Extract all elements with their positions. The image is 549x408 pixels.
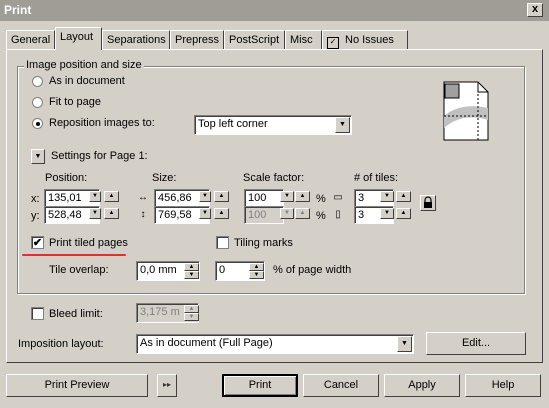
position-x-up[interactable]: ▲ xyxy=(104,191,119,202)
scale-unit: % xyxy=(316,193,326,205)
close-button[interactable]: x xyxy=(527,3,543,17)
scale-y-up: ▲ xyxy=(295,208,310,219)
imposition-layout-value: As in document (Full Page) xyxy=(140,337,273,349)
position-y-label: y: xyxy=(31,210,40,222)
cancel-button[interactable]: Cancel xyxy=(303,374,379,397)
position-header: Position: xyxy=(45,172,88,184)
tile-overlap-label: Tile overlap: xyxy=(49,264,109,276)
tiles-y-down[interactable]: ▼ xyxy=(380,208,394,219)
page-preview-icon xyxy=(442,80,490,145)
size-height-up[interactable]: ▲ xyxy=(214,208,229,219)
settings-for-page-label: Settings for Page 1: xyxy=(51,150,148,162)
bleed-limit-label: Bleed limit: xyxy=(49,308,103,320)
radio-as-in-document-label: As in document xyxy=(49,75,125,87)
help-button[interactable]: Help xyxy=(465,374,541,397)
radio-as-in-document[interactable] xyxy=(32,76,43,87)
size-header: Size: xyxy=(152,172,177,184)
tile-overlap-up[interactable]: ▲ xyxy=(184,263,199,271)
scale-x-down[interactable]: ▼ xyxy=(280,191,294,202)
print-button[interactable]: Print xyxy=(222,374,298,397)
tiles-header: # of tiles: xyxy=(354,172,399,184)
scale-y-input: 100 xyxy=(244,206,284,224)
reposition-dropdown-arrow[interactable]: ▼ xyxy=(335,117,350,133)
imposition-layout-dropdown[interactable]: As in document (Full Page) xyxy=(136,334,414,354)
overlap-width-up[interactable]: ▲ xyxy=(249,263,264,271)
bleed-limit-checkbox[interactable] xyxy=(31,307,44,320)
horizontal-tiles-icon: ▭ xyxy=(333,192,343,203)
tiles-x-up[interactable]: ▲ xyxy=(396,191,411,202)
tab-no-issues-label: No Issues xyxy=(345,34,394,46)
size-height-down[interactable]: ▼ xyxy=(199,208,211,219)
tiles-y-up[interactable]: ▲ xyxy=(396,208,411,219)
tab-no-issues[interactable]: ✓ No Issues xyxy=(322,30,408,49)
edit-button[interactable]: Edit... xyxy=(426,332,526,355)
print-tiled-pages-checkbox[interactable]: ✔ xyxy=(31,236,44,249)
settings-toggle-button[interactable]: ▼ xyxy=(31,149,45,164)
reposition-dropdown-value: Top left corner xyxy=(198,118,268,130)
size-width-up[interactable]: ▲ xyxy=(214,191,229,202)
print-tiled-pages-label: Print tiled pages xyxy=(49,237,128,249)
title-bar xyxy=(0,0,549,21)
scale-x-input[interactable]: 100 xyxy=(244,189,284,207)
position-x-down[interactable]: ▼ xyxy=(89,191,101,202)
apply-button[interactable]: Apply xyxy=(384,374,460,397)
bleed-limit-up: ▲ xyxy=(184,305,199,313)
radio-fit-to-page-label: Fit to page xyxy=(49,96,101,108)
scale-x-up[interactable]: ▲ xyxy=(295,191,310,202)
tab-general[interactable]: General xyxy=(6,30,55,49)
reposition-dropdown[interactable]: Top left corner xyxy=(194,115,352,135)
window-title: Print xyxy=(4,3,32,17)
tab-prepress[interactable]: Prepress xyxy=(170,30,224,49)
print-preview-button[interactable]: Print Preview xyxy=(6,374,148,397)
tab-postscript[interactable]: PostScript xyxy=(224,30,285,49)
radio-reposition[interactable] xyxy=(32,118,43,129)
tile-overlap-down[interactable]: ▼ xyxy=(184,271,199,279)
imposition-layout-label: Imposition layout: xyxy=(18,338,104,350)
bleed-limit-down: ▼ xyxy=(184,313,199,321)
overlap-width-down[interactable]: ▼ xyxy=(249,271,264,279)
tab-layout[interactable]: Layout xyxy=(55,27,102,50)
tab-misc[interactable]: Misc xyxy=(285,30,322,49)
image-position-group-label: Image position and size xyxy=(24,59,144,71)
page-width-label: % of page width xyxy=(273,264,352,276)
position-y-down[interactable]: ▼ xyxy=(89,208,101,219)
position-y-up[interactable]: ▲ xyxy=(104,208,119,219)
position-x-label: x: xyxy=(31,193,40,205)
expand-preview-button[interactable]: ▸▸ xyxy=(157,374,177,397)
red-underline-annotation xyxy=(22,254,126,256)
radio-fit-to-page[interactable] xyxy=(32,97,43,108)
tiling-marks-checkbox[interactable] xyxy=(216,236,229,249)
vertical-tiles-icon: ▯ xyxy=(335,209,341,220)
checklist-icon: ✓ xyxy=(327,37,339,49)
height-arrows-icon: ↕ xyxy=(140,209,146,220)
tiling-marks-label: Tiling marks xyxy=(234,237,293,249)
lock-proportions-button[interactable] xyxy=(420,195,436,211)
imposition-dropdown-arrow[interactable]: ▼ xyxy=(397,336,412,352)
tiles-x-down[interactable]: ▼ xyxy=(380,191,394,202)
radio-reposition-label: Reposition images to: xyxy=(49,117,155,129)
tab-separations[interactable]: Separations xyxy=(102,30,170,49)
size-width-down[interactable]: ▼ xyxy=(199,191,211,202)
lock-icon xyxy=(424,196,432,208)
scale-y-down: ▼ xyxy=(280,208,294,219)
width-arrows-icon: ↔ xyxy=(138,192,148,203)
scale-unit-y: % xyxy=(316,210,326,222)
scale-header: Scale factor: xyxy=(243,172,305,184)
